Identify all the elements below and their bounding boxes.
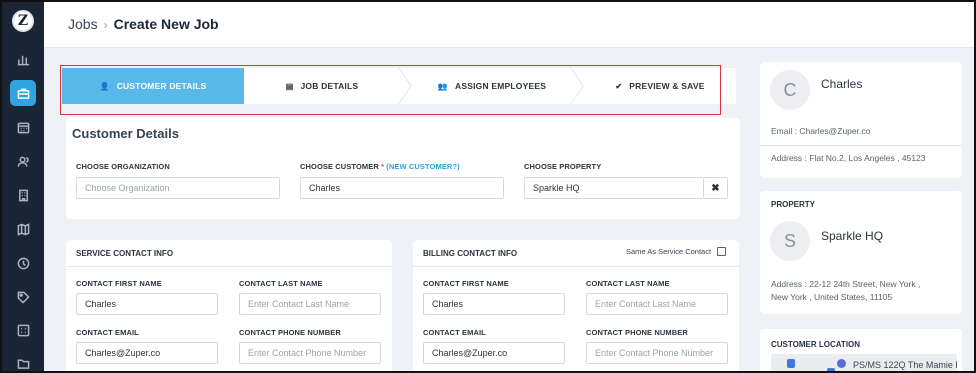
top-header: Jobs › Create New Job xyxy=(44,2,974,48)
nav-customers-icon[interactable] xyxy=(10,148,36,174)
new-customer-link[interactable]: (NEW CUSTOMER?) xyxy=(386,162,459,171)
customer-email: Email : Charles@Zuper.co xyxy=(771,126,871,136)
clock-icon xyxy=(17,257,29,269)
billing-first-name-input[interactable]: Charles xyxy=(423,293,565,315)
property-name: Sparkle HQ xyxy=(821,229,884,243)
building-icon xyxy=(18,189,28,201)
customer-label: CHOOSE CUSTOMER * (NEW CUSTOMER?) xyxy=(300,162,460,171)
billing-email-input[interactable]: Charles@Zuper.co xyxy=(423,342,565,364)
billing-email-label: CONTACT EMAIL xyxy=(423,328,486,337)
service-phone-label: CONTACT PHONE NUMBER xyxy=(239,328,341,337)
property-select[interactable]: Sparkle HQ xyxy=(524,177,704,199)
property-heading: PROPERTY xyxy=(771,200,816,209)
customer-name: Charles xyxy=(821,77,863,91)
briefcase-icon xyxy=(17,88,29,99)
page-title: Create New Job xyxy=(113,16,219,32)
service-last-name-input[interactable]: Enter Contact Last Name xyxy=(239,293,381,315)
calendar-icon xyxy=(17,122,29,133)
app-window: Z Jobs › Create New Job 👤 CUSTOMER DETAI… xyxy=(0,0,976,373)
divider xyxy=(760,145,962,146)
sidebar: Z xyxy=(2,2,44,371)
service-contact-title: SERVICE CONTACT INFO xyxy=(76,249,174,258)
service-phone-input[interactable]: Enter Contact Phone Number xyxy=(239,342,381,364)
tag-icon xyxy=(17,291,30,304)
nav-jobs-icon[interactable] xyxy=(10,80,36,106)
customer-label-text: CHOOSE CUSTOMER xyxy=(300,162,379,171)
bus-stop-icon xyxy=(827,368,835,371)
bus-stop-icon xyxy=(787,359,795,368)
nav-reports-icon[interactable] xyxy=(10,46,36,72)
location-map[interactable]: PS/MS 122Q The Mamie Fay School xyxy=(771,354,957,371)
grid-icon xyxy=(17,324,29,336)
nav-properties-icon[interactable] xyxy=(10,182,36,208)
location-heading: CUSTOMER LOCATION xyxy=(771,340,861,349)
folder-icon xyxy=(17,359,29,369)
service-first-name-input[interactable]: Charles xyxy=(76,293,218,315)
nav-dashboard-icon[interactable] xyxy=(10,317,36,343)
nav-files-icon[interactable] xyxy=(10,350,36,371)
nav-timesheet-icon[interactable] xyxy=(10,250,36,276)
nav-calendar-icon[interactable] xyxy=(10,114,36,140)
property-address-line2: New York , United States, 11105 xyxy=(771,292,893,302)
zuper-logo[interactable]: Z xyxy=(12,10,34,32)
breadcrumb-jobs-link[interactable]: Jobs xyxy=(68,16,98,32)
organization-label: CHOOSE ORGANIZATION xyxy=(76,162,170,171)
nav-map-icon[interactable] xyxy=(10,216,36,242)
divider xyxy=(66,266,392,267)
same-as-service-toggle[interactable]: Same As Service Contact xyxy=(626,247,727,256)
billing-contact-title: BILLING CONTACT INFO xyxy=(423,249,518,258)
nav-tags-icon[interactable] xyxy=(10,284,36,310)
same-as-label: Same As Service Contact xyxy=(626,247,712,256)
same-as-checkbox[interactable] xyxy=(717,247,727,256)
clear-property-icon[interactable]: ✖ xyxy=(704,177,728,199)
service-email-label: CONTACT EMAIL xyxy=(76,328,139,337)
property-avatar: S xyxy=(770,221,810,261)
breadcrumb-separator: › xyxy=(103,18,108,32)
customer-select[interactable]: Charles xyxy=(300,177,504,199)
service-last-name-label: CONTACT LAST NAME xyxy=(239,279,323,288)
map-pin-icon xyxy=(837,359,846,368)
users-icon xyxy=(17,156,29,167)
property-address-line1: Address : 22-12 24th Street, New York , xyxy=(771,279,921,289)
bar-chart-icon xyxy=(17,55,29,65)
divider xyxy=(413,266,739,267)
service-email-input[interactable]: Charles@Zuper.co xyxy=(76,342,218,364)
service-first-name-label: CONTACT FIRST NAME xyxy=(76,279,162,288)
map-place-label: PS/MS 122Q The Mamie Fay School xyxy=(853,360,957,370)
customer-details-title: Customer Details xyxy=(72,126,179,141)
breadcrumb: Jobs › Create New Job xyxy=(68,16,219,32)
billing-phone-label: CONTACT PHONE NUMBER xyxy=(586,328,688,337)
map-icon xyxy=(17,222,29,236)
billing-last-name-label: CONTACT LAST NAME xyxy=(586,279,670,288)
property-label: CHOOSE PROPERTY xyxy=(524,162,602,171)
customer-avatar: C xyxy=(770,70,810,110)
organization-select[interactable]: Choose Organization xyxy=(76,177,280,199)
highlight-box xyxy=(60,65,721,115)
billing-first-name-label: CONTACT FIRST NAME xyxy=(423,279,509,288)
billing-last-name-input[interactable]: Enter Contact Last Name xyxy=(586,293,728,315)
customer-address: Address : Flat No.2, Los Angeles , 45123 xyxy=(771,153,926,163)
billing-phone-input[interactable]: Enter Contact Phone Number xyxy=(586,342,728,364)
required-mark: * xyxy=(381,162,385,171)
logo-letter: Z xyxy=(17,13,29,29)
